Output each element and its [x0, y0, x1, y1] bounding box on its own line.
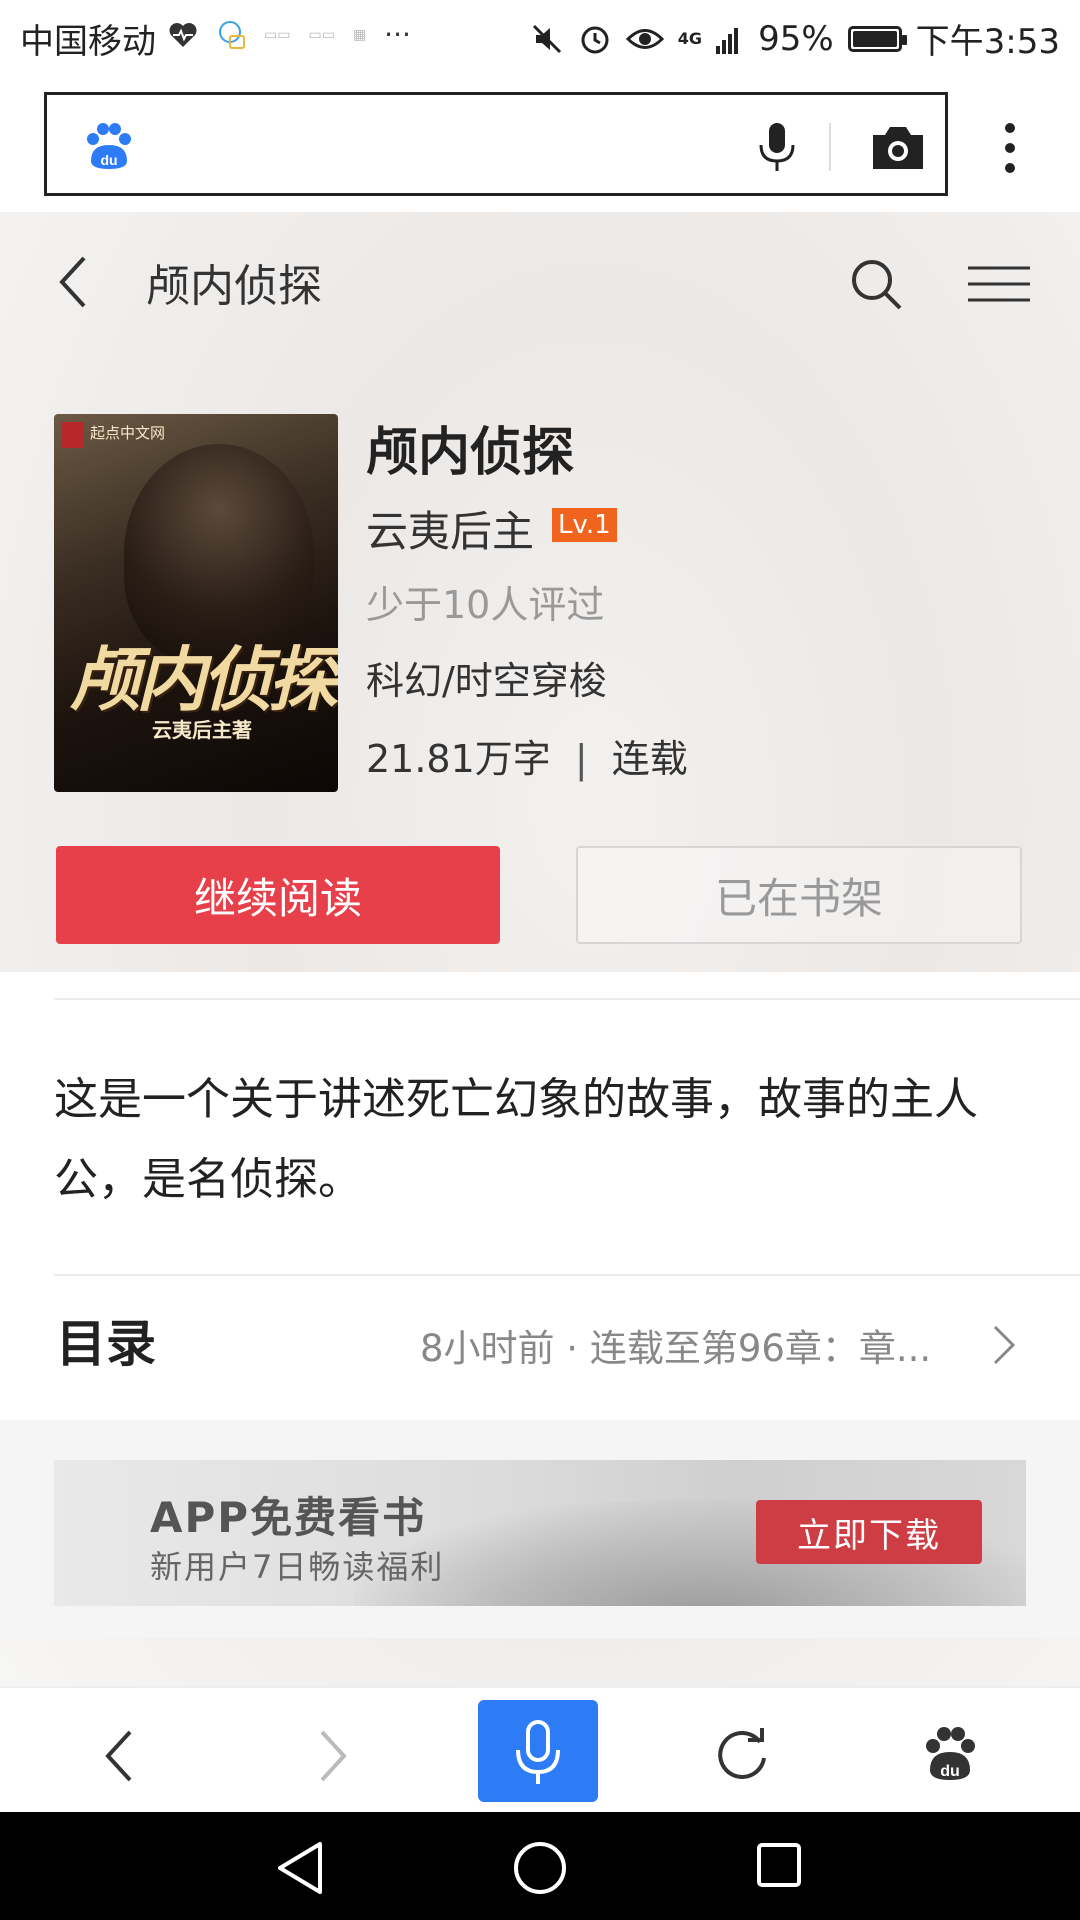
microphone-icon[interactable]: [747, 117, 807, 177]
banner-subtitle: 新用户7日畅读福利: [150, 1548, 445, 1586]
toc-latest-chapter[interactable]: 8小时前 · 连载至第96章：章...: [420, 1318, 931, 1372]
status-right: 4G 95% 下午3:53: [530, 14, 1060, 63]
search-icon[interactable]: [848, 256, 904, 312]
back-arrow-icon[interactable]: [54, 252, 94, 312]
clock: 下午3:53: [915, 22, 1060, 62]
nav-recents-icon[interactable]: [756, 1842, 802, 1888]
banner-title: APP免费看书: [150, 1493, 427, 1542]
baidu-paw-icon[interactable]: du: [920, 1724, 980, 1784]
signal-icon: [716, 27, 739, 54]
author-name[interactable]: 云夷后主: [366, 498, 534, 559]
heart-monitor-icon: [169, 22, 197, 47]
baidu-paw-icon[interactable]: du: [81, 121, 133, 173]
book-stats: 21.81万字 | 连载: [366, 728, 688, 783]
app-download-banner[interactable]: APP免费看书 新用户7日畅读福利 立即下载: [54, 1460, 1026, 1606]
nav-back-icon[interactable]: [274, 1840, 326, 1896]
divider: [54, 1274, 1080, 1276]
divider: [829, 123, 831, 171]
page-title: 颅内侦探: [146, 261, 322, 312]
carrier-name: 中国移动: [20, 22, 156, 62]
network-type: 4G: [677, 29, 703, 48]
book-title: 颅内侦探: [366, 423, 575, 483]
ad-section: APP免费看书 新用户7日畅读福利 立即下载: [0, 1420, 1080, 1638]
system-navigation-bar: [0, 1812, 1080, 1920]
publisher-logo: [62, 422, 84, 448]
cover-author: 云夷后主著: [152, 718, 252, 742]
more-vertical-icon[interactable]: [990, 118, 1030, 178]
battery-icon: [847, 25, 907, 52]
book-genre: 科幻/时空穿梭: [366, 659, 607, 703]
review-count: 少于10人评过: [366, 583, 605, 627]
address-bar[interactable]: du: [44, 92, 948, 196]
back-icon[interactable]: [100, 1728, 140, 1784]
browser-toolbar: du: [0, 1686, 1080, 1814]
cover-title: 颅内侦探: [70, 638, 338, 721]
word-count: 21.81万字: [366, 737, 551, 781]
divider: [54, 998, 1080, 1000]
author-level-badge: Lv.1: [552, 508, 617, 542]
book-cover[interactable]: 起点中文网 颅内侦探 云夷后主著: [54, 414, 338, 792]
eye-icon: [625, 28, 664, 49]
toc-label[interactable]: 目录: [56, 1304, 156, 1376]
svg-text:du: du: [100, 152, 117, 168]
download-now-button[interactable]: 立即下载: [756, 1500, 982, 1564]
hamburger-menu-icon[interactable]: [968, 264, 1030, 304]
microphone-icon: [516, 1720, 560, 1784]
browser-bar: du: [0, 74, 1080, 212]
camera-icon[interactable]: [863, 117, 933, 177]
battery-percent: 95%: [758, 18, 834, 59]
chevron-right-icon[interactable]: [992, 1324, 1016, 1366]
forward-icon[interactable]: [312, 1728, 352, 1784]
book-page: 颅内侦探 起点中文网 颅内侦探 云夷后主著 颅内侦探 云夷后主 Lv.1 少于1…: [0, 212, 1080, 1690]
notification-icon: ▦: [352, 26, 367, 43]
continue-reading-button[interactable]: 继续阅读: [56, 846, 500, 944]
stats-separator: |: [574, 737, 588, 781]
book-description: 这是一个关于讲述死亡幻象的故事，故事的主人公，是名侦探。: [54, 1074, 978, 1205]
serial-status: 连载: [611, 737, 688, 781]
more-notifications: ···: [384, 18, 411, 51]
voice-search-button[interactable]: [478, 1700, 598, 1802]
chat-bubble-icon: [219, 20, 245, 49]
notification-icons: ▭▭ ▭▭ ▦ ···: [168, 18, 411, 51]
nav-home-icon[interactable]: [512, 1840, 568, 1896]
notification-icon: ▭▭: [308, 26, 335, 43]
alarm-icon: [581, 26, 609, 53]
mute-icon: [532, 24, 561, 53]
cover-publisher: 起点中文网: [90, 424, 166, 442]
notification-icon: ▭▭: [264, 26, 291, 43]
refresh-icon[interactable]: [712, 1724, 772, 1784]
svg-text:du: du: [940, 1763, 960, 1780]
on-shelf-button[interactable]: 已在书架: [576, 846, 1022, 944]
status-bar: 中国移动 ▭▭ ▭▭ ▦ ··· 4G 95% 下午3:53: [0, 0, 1080, 74]
